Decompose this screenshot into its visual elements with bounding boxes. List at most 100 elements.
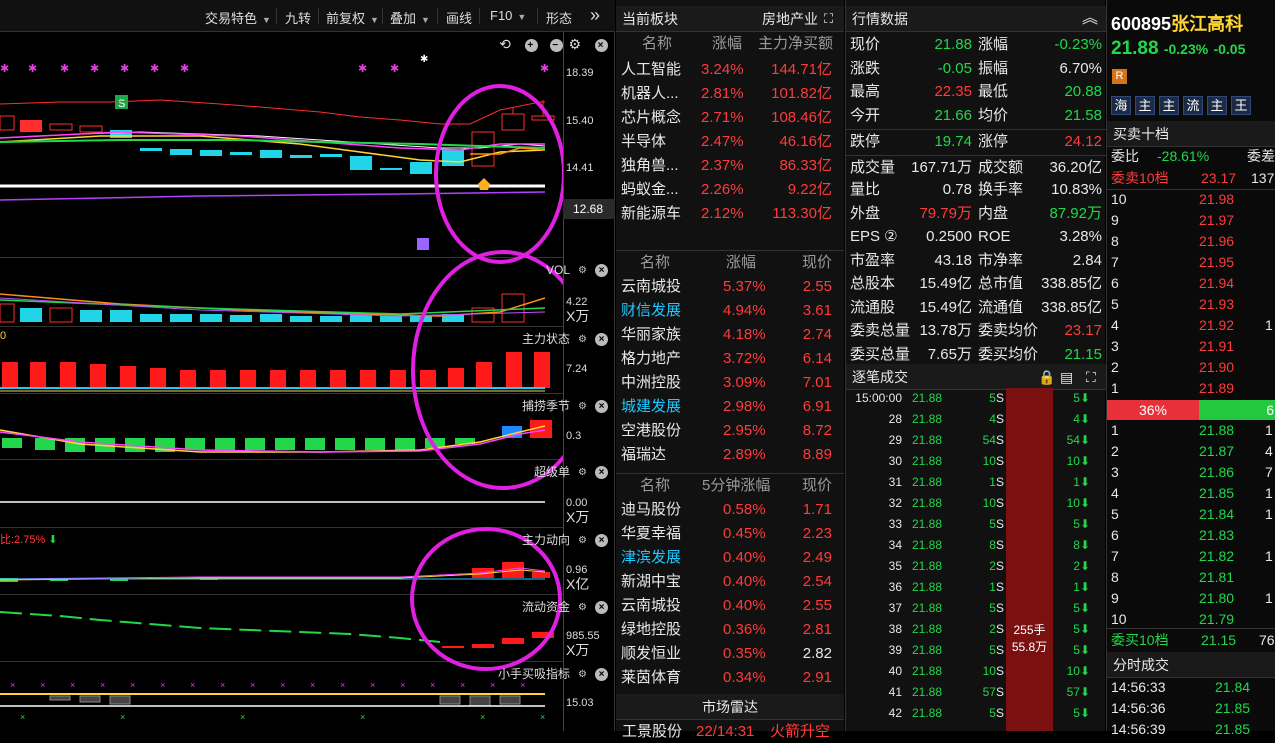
sell-level[interactable]: 7 21.95 xyxy=(1107,252,1275,273)
sell-level[interactable]: 6 21.94 xyxy=(1107,273,1275,294)
buzhuo-bar xyxy=(305,438,325,450)
sector-row[interactable]: 机器人... 2.81% 101.82亿 xyxy=(616,82,844,105)
sell-level[interactable]: 5 21.93 xyxy=(1107,294,1275,315)
buy-level[interactable]: 4 21.85 1 xyxy=(1107,483,1275,504)
radar-row[interactable]: 工景股份 22/14:31 火箭升空 xyxy=(616,720,844,743)
list-icon[interactable]: ▤ xyxy=(1060,364,1073,390)
axis-label: 18.39 xyxy=(566,67,594,79)
stock-tag[interactable]: 主 xyxy=(1135,96,1155,115)
sell-level[interactable]: 9 21.97 xyxy=(1107,210,1275,231)
stock-row[interactable]: 云南城投 5.37% 2.55 xyxy=(616,275,844,298)
close-icon[interactable]: × xyxy=(595,601,608,615)
gear-icon[interactable]: ⚙ xyxy=(576,264,589,277)
toolbar-huaxian[interactable]: 画线 xyxy=(446,8,472,27)
fivemin-row[interactable]: 迪马股份 0.58% 1.71 xyxy=(616,498,844,521)
stock-row[interactable]: 中洲控股 3.09% 7.01 xyxy=(616,371,844,394)
fivemin-row[interactable]: 津滨发展 0.40% 2.49 xyxy=(616,546,844,569)
quote-label: 最高 xyxy=(850,83,881,100)
gear-icon[interactable]: ⚙ xyxy=(576,333,589,346)
toolbar-jiuzhuan[interactable]: 九转 xyxy=(285,8,311,27)
xiaotou-bar xyxy=(499,695,521,705)
fivemin-row[interactable]: 新湖中宝 0.40% 2.54 xyxy=(616,570,844,593)
buy-level[interactable]: 7 21.82 1 xyxy=(1107,546,1275,567)
buy-level[interactable]: 5 21.84 1 xyxy=(1107,504,1275,525)
stock-row[interactable]: 华丽家族 4.18% 2.74 xyxy=(616,323,844,346)
sell-level[interactable]: 2 21.90 xyxy=(1107,357,1275,378)
close-icon[interactable]: × xyxy=(595,534,608,548)
quote-label: 涨停 xyxy=(978,133,1009,150)
stock-row[interactable]: 城建发展 2.98% 6.91 xyxy=(616,395,844,418)
close-icon[interactable]: × xyxy=(595,333,608,347)
lock-icon[interactable]: 🔒 xyxy=(1038,364,1055,390)
expand-icon[interactable]: » xyxy=(590,5,600,26)
sector-row[interactable]: 蚂蚁金... 2.26% 9.22亿 xyxy=(616,178,844,201)
stock-row[interactable]: 财信发展 4.94% 3.61 xyxy=(616,299,844,322)
stock-tag[interactable]: 海 xyxy=(1111,96,1131,115)
buy-level[interactable]: 6 21.83 xyxy=(1107,525,1275,546)
stock-tag[interactable]: 流 xyxy=(1183,96,1203,115)
stock-tag[interactable]: 主 xyxy=(1159,96,1179,115)
buy-level[interactable]: 3 21.86 7 xyxy=(1107,462,1275,483)
close-icon[interactable]: × xyxy=(595,466,608,480)
gear-icon[interactable]: ⚙ xyxy=(576,400,589,413)
sell-level[interactable]: 10 21.98 xyxy=(1107,189,1275,210)
stock-pct: 5.37% xyxy=(723,278,766,295)
buy-level[interactable]: 1 21.88 1 xyxy=(1107,420,1275,441)
stock-row[interactable]: 格力地产 3.72% 6.14 xyxy=(616,347,844,370)
sector-row[interactable]: 半导体 2.47% 46.16亿 xyxy=(616,130,844,153)
buy-level[interactable]: 2 21.87 4 xyxy=(1107,441,1275,462)
radar-header[interactable]: 市场雷达 xyxy=(616,694,844,720)
fullscreen-icon[interactable]: ⛶ xyxy=(1086,364,1096,390)
stock-name: 云南城投 xyxy=(621,278,682,295)
buy-level[interactable]: 9 21.80 1 xyxy=(1107,588,1275,609)
x-mark: × xyxy=(100,680,105,690)
close-icon[interactable]: × xyxy=(595,400,608,414)
stock-row[interactable]: 福瑞达 2.89% 8.89 xyxy=(616,443,844,466)
toolbar-diejia[interactable]: 叠加 ▼ xyxy=(390,8,430,27)
sector-row[interactable]: 独角兽... 2.37% 86.33亿 xyxy=(616,154,844,177)
fivemin-row[interactable]: 云南城投 0.40% 2.55 xyxy=(616,594,844,617)
level-volume: 1 xyxy=(1265,548,1273,564)
tick-side: S xyxy=(995,412,1004,426)
toolbar-fuquan[interactable]: 前复权 ▼ xyxy=(326,8,379,27)
toolbar-f10[interactable]: F10 ▼ xyxy=(490,8,526,23)
sector-row[interactable]: 人工智能 3.24% 144.71亿 xyxy=(616,58,844,81)
close-icon[interactable]: × xyxy=(595,668,608,682)
gear-icon[interactable]: ⚙ xyxy=(576,534,589,547)
kline-chart-area[interactable]: 交易特色 ▼ 九转 前复权 ▼ 叠加 ▼ 画线 F10 ▼ 形态 » ⟲ + − ⚙ ×… xyxy=(0,0,615,731)
stock-tag[interactable]: 主 xyxy=(1207,96,1227,115)
tick-side: S xyxy=(995,538,1004,552)
x-mark: × xyxy=(370,680,375,690)
stock-pct: 4.94% xyxy=(723,302,766,319)
fivemin-row[interactable]: 莱茵体育 0.34% 2.91 xyxy=(616,666,844,689)
zhuli-bar xyxy=(180,370,196,388)
buy-ratio-bar: 6 xyxy=(1199,400,1275,420)
sell-level[interactable]: 4 21.92 1 xyxy=(1107,315,1275,336)
stock-tag[interactable]: 王 xyxy=(1231,96,1251,115)
tick-time: 39 xyxy=(888,643,902,657)
level-price: 21.87 xyxy=(1199,443,1235,459)
buy-level[interactable]: 10 21.79 xyxy=(1107,609,1275,630)
gear-icon[interactable]: ⚙ xyxy=(576,601,589,614)
fivemin-row[interactable]: 顺发恒业 0.35% 2.82 xyxy=(616,642,844,665)
sector-row[interactable]: 芯片概念 2.71% 108.46亿 xyxy=(616,106,844,129)
sell-level[interactable]: 3 21.91 xyxy=(1107,336,1275,357)
gear-icon[interactable]: ⚙ xyxy=(576,668,589,681)
gear-icon[interactable]: ⚙ xyxy=(576,466,589,479)
stock-row[interactable]: 空港股份 2.95% 8.72 xyxy=(616,419,844,442)
tab-fangdichan[interactable]: 房地产业 xyxy=(762,6,818,32)
fivemin-row[interactable]: 绿地控股 0.36% 2.81 xyxy=(616,618,844,641)
level-index: 8 xyxy=(1111,569,1119,585)
tick-time: 29 xyxy=(888,433,902,447)
close-icon[interactable]: × xyxy=(595,264,608,278)
sell-level[interactable]: 1 21.89 xyxy=(1107,378,1275,399)
toolbar-jiaoyi[interactable]: 交易特色 ▼ xyxy=(205,8,271,27)
fivemin-row[interactable]: 华夏幸福 0.45% 2.23 xyxy=(616,522,844,545)
sell-level[interactable]: 8 21.96 xyxy=(1107,231,1275,252)
toolbar-xingtai[interactable]: 形态 xyxy=(546,8,572,27)
buy-level[interactable]: 8 21.81 xyxy=(1107,567,1275,588)
collapse-icon[interactable]: ︽ xyxy=(1082,6,1098,32)
sector-row[interactable]: 新能源车 2.12% 113.30亿 xyxy=(616,202,844,225)
zhuli-bar xyxy=(210,370,226,388)
fullscreen-icon[interactable]: ⛶ xyxy=(824,6,833,32)
